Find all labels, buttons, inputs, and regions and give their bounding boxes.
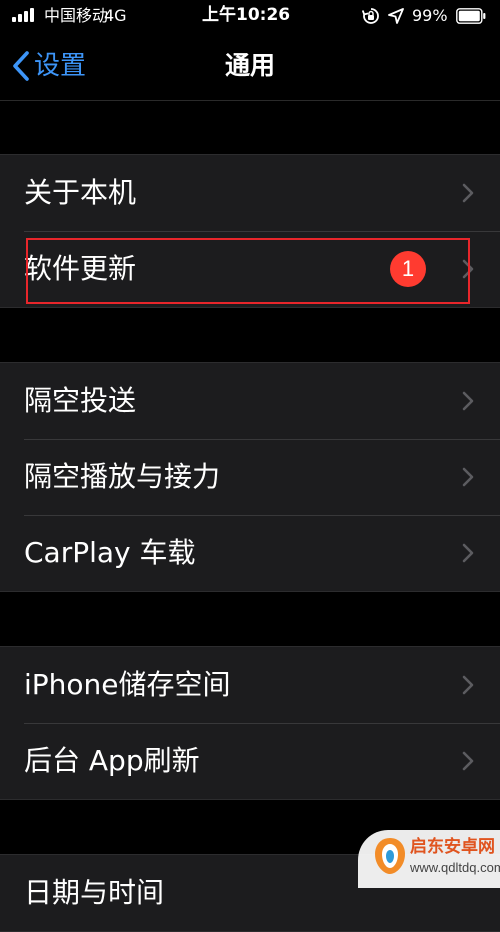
- chevron-right-icon: [462, 543, 474, 563]
- row-label: 隔空投送: [24, 384, 137, 417]
- watermark-logo-icon: [375, 838, 405, 874]
- row-label: 关于本机: [24, 176, 137, 209]
- row-background-app-refresh[interactable]: 后台 App刷新: [0, 723, 500, 799]
- battery-icon: [456, 8, 486, 24]
- settings-group-airdrop: 隔空投送 隔空播放与接力 CarPlay 车载: [0, 362, 500, 592]
- row-carplay[interactable]: CarPlay 车载: [0, 515, 500, 591]
- row-airplay-handoff[interactable]: 隔空播放与接力: [0, 439, 500, 515]
- chevron-right-icon: [462, 183, 474, 203]
- signal-icon: [12, 8, 38, 22]
- row-label: iPhone储存空间: [24, 668, 231, 701]
- settings-group-storage: iPhone储存空间 后台 App刷新: [0, 646, 500, 800]
- watermark-url: www.qdltdq.com: [410, 860, 500, 875]
- orientation-lock-icon: [362, 8, 379, 24]
- back-label: 设置: [34, 51, 87, 81]
- watermark-title: 启东安卓网: [410, 837, 495, 857]
- row-label: CarPlay 车载: [24, 536, 196, 569]
- nav-divider: [0, 100, 500, 101]
- settings-group-about: 关于本机 软件更新 1: [0, 154, 500, 308]
- status-bar: 中国移动 4G 上午10:26 99%: [0, 0, 500, 32]
- chevron-right-icon: [462, 391, 474, 411]
- chevron-right-icon: [462, 751, 474, 771]
- navigation-bar: 通用 设置: [0, 32, 500, 100]
- row-label: 软件更新: [24, 252, 137, 285]
- back-button[interactable]: 设置: [12, 32, 86, 100]
- battery-percent: 99%: [412, 6, 448, 25]
- row-about[interactable]: 关于本机: [0, 155, 500, 231]
- location-icon: [388, 8, 404, 24]
- chevron-right-icon: [462, 675, 474, 695]
- chevron-left-icon: [13, 51, 29, 81]
- row-iphone-storage[interactable]: iPhone储存空间: [0, 647, 500, 723]
- status-time: 上午10:26: [202, 5, 291, 25]
- watermark: 启东安卓网 www.qdltdq.com: [358, 830, 500, 888]
- row-airdrop[interactable]: 隔空投送: [0, 363, 500, 439]
- chevron-right-icon: [462, 259, 474, 279]
- update-badge: 1: [390, 251, 426, 287]
- row-software-update[interactable]: 软件更新 1: [0, 231, 500, 307]
- carrier-name: 中国移动: [44, 6, 109, 25]
- chevron-right-icon: [462, 467, 474, 487]
- row-label: 隔空播放与接力: [24, 460, 221, 493]
- row-label: 后台 App刷新: [24, 744, 200, 777]
- row-label: 日期与时间: [24, 876, 165, 909]
- network-type: 4G: [104, 6, 127, 25]
